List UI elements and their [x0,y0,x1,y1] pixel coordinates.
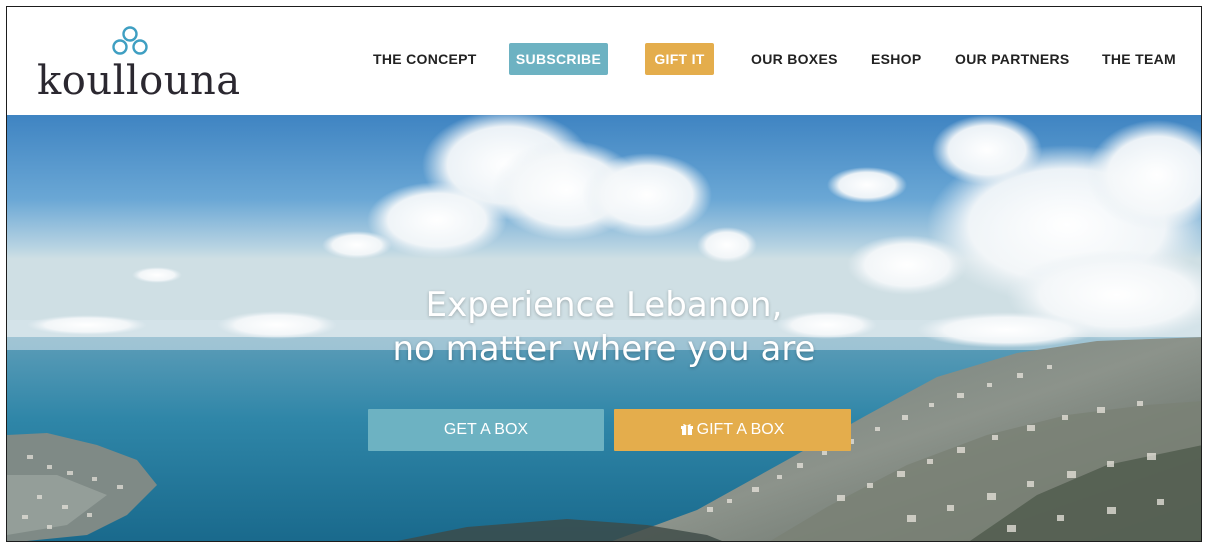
nav-our-boxes[interactable]: OUR BOXES [751,43,838,75]
gift-a-box-button[interactable]: GIFT A BOX [614,409,851,451]
hero-headline-line2: no matter where you are [392,329,816,369]
gift-icon [680,424,693,435]
nav-subscribe-button[interactable]: SUBSCRIBE [509,43,608,75]
nav-the-team[interactable]: THE TEAM [1102,43,1176,75]
get-a-box-label: GET A BOX [443,421,529,438]
nav-eshop[interactable]: ESHOP [871,43,922,75]
hero-banner: Experience Lebanon, no matter where you … [7,115,1201,541]
nav-our-partners[interactable]: OUR PARTNERS [955,43,1070,75]
hero-headline: Experience Lebanon, no matter where you … [7,283,1201,371]
hero-headline-line1: Experience Lebanon, [425,285,783,325]
site-header: koullouna THE CONCEPT SUBSCRIBE GIFT IT … [7,7,1201,115]
main-nav: THE CONCEPT SUBSCRIBE GIFT IT OUR BOXES … [7,43,1201,75]
gift-a-box-label: GIFT A BOX [696,421,785,438]
browser-frame: koullouna THE CONCEPT SUBSCRIBE GIFT IT … [6,6,1202,542]
nav-gift-it-button[interactable]: GIFT IT [645,43,714,75]
nav-the-concept[interactable]: THE CONCEPT [373,43,477,75]
get-a-box-button[interactable]: GET A BOX [368,409,604,451]
